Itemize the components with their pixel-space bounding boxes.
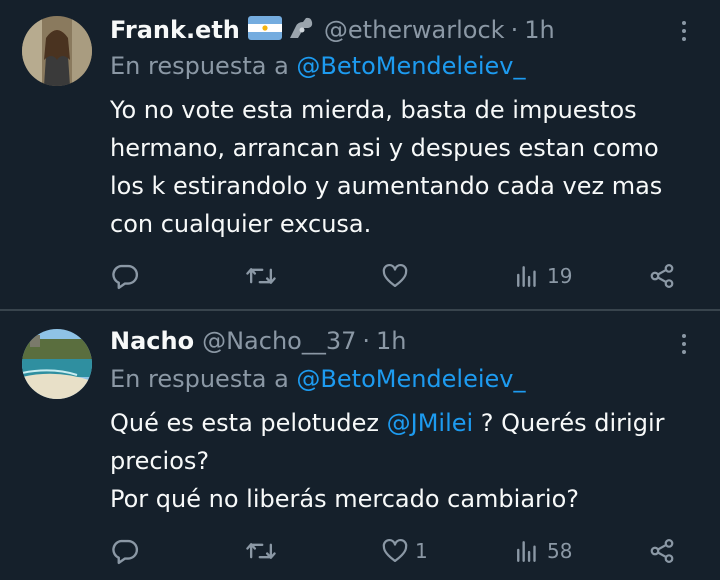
action-bar: 19 xyxy=(0,259,720,293)
reply-prefix: En respuesta a xyxy=(110,52,289,80)
tweet-line: con cualquier excusa. xyxy=(110,210,372,238)
separator: · xyxy=(362,327,371,355)
action-bar: 1 58 xyxy=(0,534,720,568)
view-count: 19 xyxy=(547,264,573,288)
tweet-line: Yo no vote esta mierda, basta de impuest… xyxy=(110,96,637,124)
tweet-text-segment: Qué es esta pelotudez xyxy=(110,409,387,437)
tweet-line: precios? xyxy=(110,447,210,475)
share-button[interactable] xyxy=(648,259,676,293)
timestamp[interactable]: 1h xyxy=(376,327,406,355)
tweet-text: Yo no vote esta mierda, basta de impuest… xyxy=(110,91,710,243)
views-icon xyxy=(517,266,536,287)
tweet[interactable]: Frank.eth @etherwarlock · 1h En respuest… xyxy=(0,0,720,309)
mention-link[interactable]: @JMilei xyxy=(387,409,474,437)
retweet-button[interactable] xyxy=(245,534,277,568)
views-button[interactable]: 58 xyxy=(515,534,572,568)
reply-icon xyxy=(112,264,139,290)
retweet-icon xyxy=(246,268,276,284)
tweet-line: Por qué no liberás mercado cambiario? xyxy=(110,485,579,513)
reply-mention[interactable]: @BetoMendeleiev_ xyxy=(296,365,525,393)
avatar[interactable] xyxy=(22,329,92,399)
tweet-line: Qué es esta pelotudez @JMilei ? Querés d… xyxy=(110,404,710,442)
view-count: 58 xyxy=(547,539,573,563)
like-button[interactable] xyxy=(381,259,415,293)
views-icon xyxy=(517,541,536,562)
handle[interactable]: @etherwarlock xyxy=(324,16,505,44)
like-count: 1 xyxy=(415,539,428,563)
argentina-flag-icon xyxy=(247,16,282,44)
like-icon xyxy=(382,538,408,563)
tweet-line: hermano, arrancan asi y despues estan co… xyxy=(110,134,659,162)
reply-prefix: En respuesta a xyxy=(110,365,289,393)
reply-context: En respuesta a @BetoMendeleiev_ xyxy=(110,365,526,393)
tweet-text-segment: ? Querés dirigir xyxy=(473,409,665,437)
reply-icon xyxy=(112,539,139,565)
share-button[interactable] xyxy=(648,534,676,568)
views-button[interactable]: 19 xyxy=(515,259,572,293)
share-icon xyxy=(650,264,674,288)
share-icon xyxy=(650,539,674,563)
like-button[interactable]: 1 xyxy=(381,534,428,568)
more-icon[interactable] xyxy=(674,16,694,46)
timestamp[interactable]: 1h xyxy=(524,16,554,44)
display-name[interactable]: Nacho xyxy=(110,327,194,355)
reply-context: En respuesta a @BetoMendeleiev_ xyxy=(110,52,526,80)
like-icon xyxy=(382,263,408,288)
display-name[interactable]: Frank.eth xyxy=(110,16,240,44)
more-icon[interactable] xyxy=(674,329,694,359)
tweet-text: Qué es esta pelotudez @JMilei ? Querés d… xyxy=(110,404,710,518)
reply-mention[interactable]: @BetoMendeleiev_ xyxy=(296,52,525,80)
retweet-button[interactable] xyxy=(245,259,277,293)
handle[interactable]: @Nacho__37 xyxy=(202,327,356,355)
tweet[interactable]: Nacho @Nacho__37 · 1h En respuesta a @Be… xyxy=(0,311,720,580)
separator: · xyxy=(510,16,519,44)
reply-button[interactable] xyxy=(110,534,140,568)
tweet-line: los k estirandolo y aumentando cada vez … xyxy=(110,172,663,200)
avatar[interactable] xyxy=(22,16,92,86)
reply-button[interactable] xyxy=(110,259,140,293)
retweet-icon xyxy=(246,543,276,559)
mechanical-arm-icon xyxy=(286,14,316,46)
